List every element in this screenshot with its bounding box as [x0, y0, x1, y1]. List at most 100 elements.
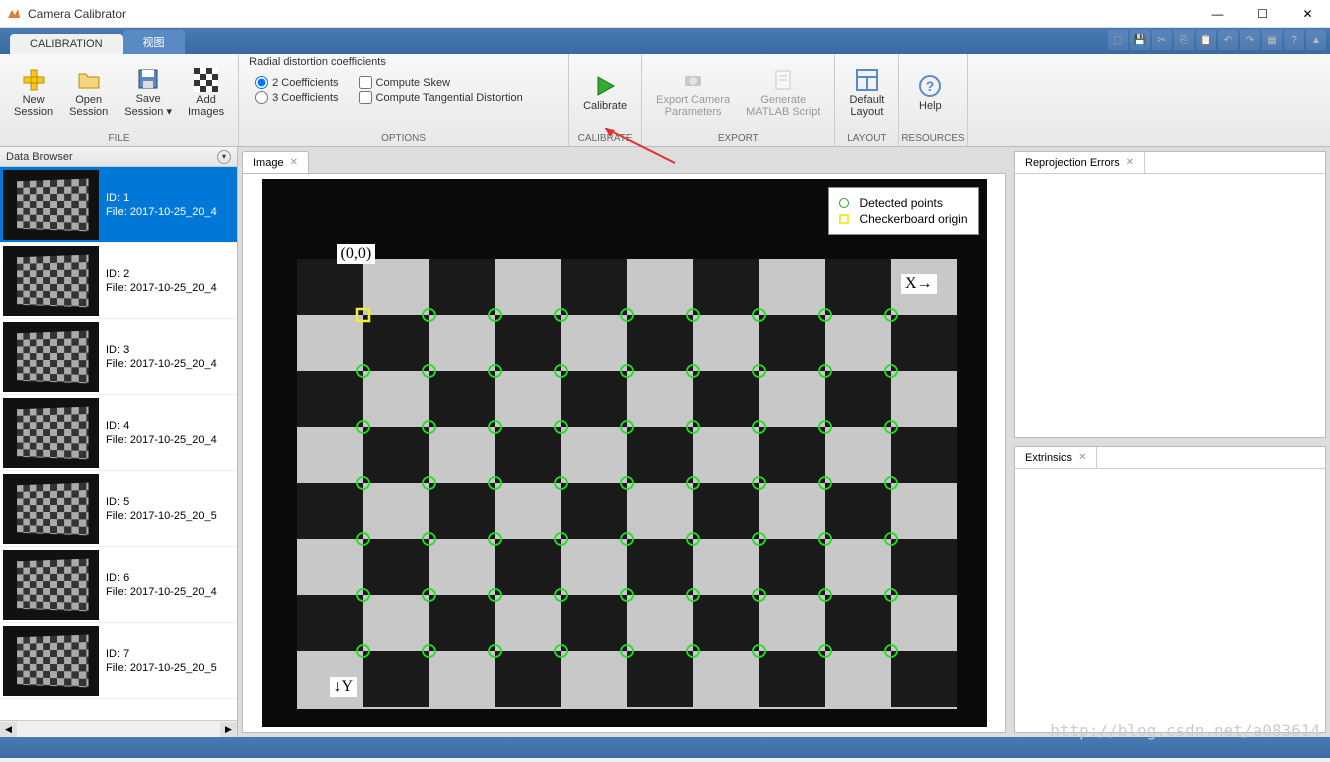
window-title: Camera Calibrator [28, 7, 1195, 21]
close-tab-icon[interactable]: ✕ [290, 157, 298, 168]
close-button[interactable]: ✕ [1285, 0, 1330, 28]
tab-bar: CALIBRATION 视图 ⬚ 💾 ✂ ⎘ 📋 ↶ ↷ ▦ ? ▲ [0, 28, 1330, 54]
main-area: Data Browser ▾ ID: 1 File: 2017-10-25_20_… [0, 147, 1330, 737]
checkbox-tangential[interactable]: Compute Tangential Distortion [359, 91, 523, 104]
item-id: ID: 7 [106, 648, 217, 660]
data-browser-list[interactable]: ID: 1File: 2017-10-25_20_4ID: 2File: 201… [0, 167, 237, 720]
tab-view[interactable]: 视图 [123, 30, 185, 54]
qa-copy-icon[interactable]: ⎘ [1174, 30, 1194, 50]
item-file: File: 2017-10-25_20_4 [106, 586, 217, 598]
ribbon-group-export: Export Camera Parameters Generate MATLAB… [642, 54, 835, 146]
ribbon-label-resources: RESOURCES [899, 131, 966, 146]
x-axis-label: X→ [901, 274, 937, 294]
image-panel: Image✕ Detected points Checkerboard orig… [238, 147, 1010, 737]
close-icon[interactable]: ✕ [1078, 452, 1086, 463]
item-file: File: 2017-10-25_20_4 [106, 206, 217, 218]
help-icon: ? [918, 74, 942, 98]
help-button[interactable]: ?Help [905, 70, 955, 116]
thumbnail [3, 626, 99, 696]
maximize-button[interactable]: ☐ [1240, 0, 1285, 28]
calibrate-button[interactable]: Calibrate [575, 70, 635, 116]
detected-symbol-icon [839, 198, 849, 208]
ribbon-group-file: New Session Open Session Save Session ▾ … [0, 54, 239, 146]
thumbnail [3, 474, 99, 544]
checkbox-skew[interactable]: Compute Skew [359, 76, 523, 89]
add-images-button[interactable]: Add Images [180, 64, 232, 122]
item-file: File: 2017-10-25_20_4 [106, 358, 217, 370]
tab-calibration[interactable]: CALIBRATION [10, 34, 123, 54]
browser-item[interactable]: ID: 2File: 2017-10-25_20_4 [0, 243, 237, 319]
ribbon-group-options: Radial distortion coefficients 2 Coeffic… [239, 54, 569, 146]
qa-minimize-ribbon-icon[interactable]: ▲ [1306, 30, 1326, 50]
item-file: File: 2017-10-25_20_5 [106, 662, 217, 674]
save-session-button[interactable]: Save Session ▾ [116, 63, 180, 122]
origin-label: (0,0) [337, 244, 376, 264]
layout-icon [855, 68, 879, 92]
minimize-button[interactable]: — [1195, 0, 1240, 28]
browser-item[interactable]: ID: 4File: 2017-10-25_20_4 [0, 395, 237, 471]
folder-icon [77, 68, 101, 92]
data-browser: Data Browser ▾ ID: 1 File: 2017-10-25_20_… [0, 147, 238, 737]
qa-paste-icon[interactable]: 📋 [1196, 30, 1216, 50]
generate-script-button: Generate MATLAB Script [738, 64, 828, 122]
browser-item[interactable]: ID: 3 File: 2017-10-25_20_4 [0, 319, 237, 395]
checkerboard [297, 259, 957, 709]
close-icon[interactable]: ✕ [1126, 157, 1134, 168]
data-browser-header: Data Browser ▾ [0, 147, 237, 167]
export-icon [681, 68, 705, 92]
image-tab[interactable]: Image✕ [242, 151, 309, 173]
open-session-button[interactable]: Open Session [61, 64, 116, 122]
ribbon-group-layout: Default Layout LAYOUT [835, 54, 899, 146]
qa-save-icon[interactable]: 💾 [1130, 30, 1150, 50]
qa-help-icon[interactable]: ? [1284, 30, 1304, 50]
ribbon-label-file: FILE [0, 131, 238, 146]
extrinsics-panel: Extrinsics✕ [1014, 446, 1326, 733]
ribbon-label-export: EXPORT [642, 131, 834, 146]
thumbnail [3, 550, 99, 620]
browser-item[interactable]: ID: 7 File: 2017-10-25_20_5 [0, 623, 237, 699]
image-view[interactable]: Detected points Checkerboard origin (0,0… [242, 173, 1006, 733]
item-id: ID: 1 [106, 192, 217, 204]
browser-item[interactable]: ID: 5File: 2017-10-25_20_5 [0, 471, 237, 547]
ribbon-group-resources: ?Help RESOURCES [899, 54, 967, 146]
thumbnail [3, 246, 99, 316]
item-id: ID: 3 [106, 344, 217, 356]
origin-symbol-icon [839, 214, 849, 224]
qa-redo-icon[interactable]: ↷ [1240, 30, 1260, 50]
y-axis-label: ↓Y [330, 677, 358, 697]
scroll-right-icon[interactable]: ▶ [220, 722, 237, 737]
ribbon-label-options: OPTIONS [239, 131, 568, 146]
right-panels: Reprojection Errors✕ Extrinsics✕ [1010, 147, 1330, 737]
new-session-button[interactable]: New Session [6, 64, 61, 122]
thumbnail [3, 322, 99, 392]
reprojection-tab[interactable]: Reprojection Errors✕ [1015, 152, 1145, 173]
default-layout-button[interactable]: Default Layout [841, 64, 892, 122]
extrinsics-tab[interactable]: Extrinsics✕ [1015, 447, 1097, 468]
svg-text:?: ? [926, 78, 935, 94]
radio-3-coefficients[interactable]: 3 Coefficients [255, 91, 338, 104]
item-id: ID: 2 [106, 268, 217, 280]
save-icon [136, 67, 160, 91]
item-file: File: 2017-10-25_20_4 [106, 434, 217, 446]
qa-layout-icon[interactable]: ▦ [1262, 30, 1282, 50]
legend-detected: Detected points [859, 196, 942, 210]
status-bar [0, 737, 1330, 758]
qa-icon-1[interactable]: ⬚ [1108, 30, 1128, 50]
collapse-icon[interactable]: ▾ [217, 150, 231, 164]
legend-origin: Checkerboard origin [859, 212, 967, 226]
reprojection-errors-panel: Reprojection Errors✕ [1014, 151, 1326, 438]
ribbon: New Session Open Session Save Session ▾ … [0, 54, 1330, 147]
script-icon [771, 68, 795, 92]
browser-item[interactable]: ID: 1 File: 2017-10-25_20_4 [0, 167, 237, 243]
scroll-left-icon[interactable]: ◀ [0, 722, 17, 737]
qa-cut-icon[interactable]: ✂ [1152, 30, 1172, 50]
browser-item[interactable]: ID: 6File: 2017-10-25_20_4 [0, 547, 237, 623]
horizontal-scrollbar[interactable]: ◀ ▶ [0, 720, 237, 737]
play-icon [593, 74, 617, 98]
qa-undo-icon[interactable]: ↶ [1218, 30, 1238, 50]
calibration-image: Detected points Checkerboard origin (0,0… [262, 179, 987, 727]
item-id: ID: 5 [106, 496, 217, 508]
radio-2-coefficients[interactable]: 2 Coefficients [255, 76, 338, 89]
watermark: http://blog.csdn.net/a083614 [1050, 721, 1320, 740]
quick-access-toolbar: ⬚ 💾 ✂ ⎘ 📋 ↶ ↷ ▦ ? ▲ [1108, 30, 1326, 50]
